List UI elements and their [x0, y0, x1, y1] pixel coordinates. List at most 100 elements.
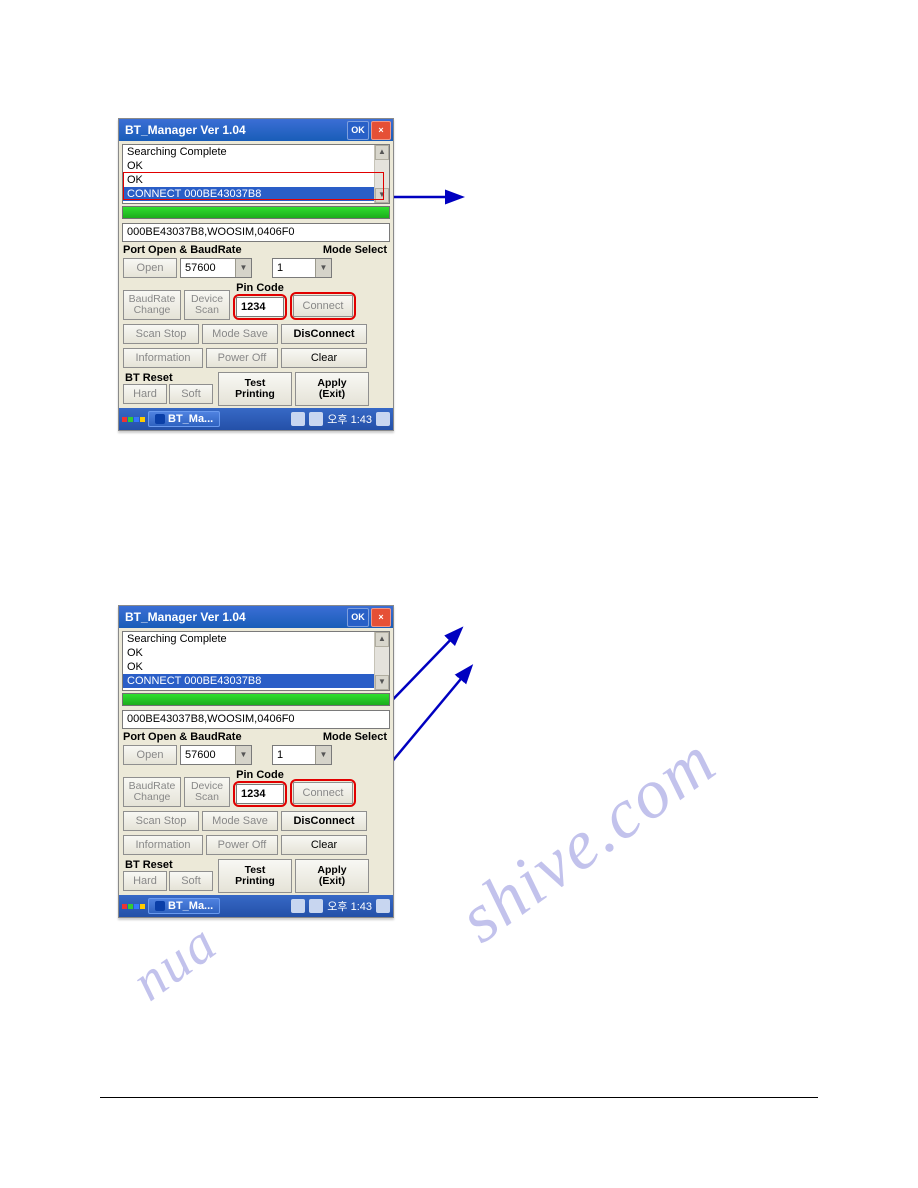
clock: 오후 1:43 — [327, 898, 372, 914]
bt-reset-label: BT Reset — [123, 859, 215, 871]
disconnect-button[interactable]: DisConnect — [281, 811, 367, 831]
chevron-down-icon: ▼ — [235, 259, 251, 277]
titlebar: BT_Manager Ver 1.04 OK × — [119, 119, 393, 141]
tray-icon[interactable] — [376, 412, 390, 426]
bt-reset-label: BT Reset — [123, 372, 215, 384]
mode-save-button[interactable]: Mode Save — [202, 324, 278, 344]
log-listbox[interactable]: Searching Complete OK OK CONNECT 000BE43… — [122, 631, 390, 691]
log-line: Searching Complete — [123, 145, 389, 159]
device-scan-button[interactable]: DeviceScan — [184, 290, 230, 320]
scroll-down-icon[interactable]: ▼ — [375, 675, 389, 690]
titlebar: BT_Manager Ver 1.04 OK × — [119, 606, 393, 628]
tray-icon[interactable] — [376, 899, 390, 913]
taskbar-app[interactable]: BT_Ma... — [148, 898, 220, 914]
pin-code-label: Pin Code — [236, 769, 284, 781]
log-line: OK — [123, 159, 389, 173]
connect-button[interactable]: Connect — [293, 782, 353, 804]
watermark: shive.com — [445, 721, 731, 960]
baudrate-value: 57600 — [181, 749, 235, 761]
taskbar: BT_Ma... 오후 1:43 — [119, 408, 393, 430]
baudrate-select[interactable]: 57600▼ — [180, 745, 252, 765]
open-button[interactable]: Open — [123, 258, 177, 278]
tray-icon[interactable] — [309, 412, 323, 426]
log-line-selected[interactable]: CONNECT 000BE43037B8 — [123, 187, 389, 201]
taskbar-app[interactable]: BT_Ma... — [148, 411, 220, 427]
mode-value: 1 — [273, 262, 315, 274]
window-title: BT_Manager Ver 1.04 — [125, 123, 345, 137]
log-line-selected[interactable]: CONNECT 000BE43037B8 — [123, 674, 389, 688]
device-info-field[interactable]: 000BE43037B8,WOOSIM,0406F0 — [122, 710, 390, 729]
device-scan-button[interactable]: DeviceScan — [184, 777, 230, 807]
tray: 오후 1:43 — [291, 411, 390, 427]
information-button[interactable]: Information — [123, 348, 203, 368]
apply-exit-button[interactable]: Apply(Exit) — [295, 372, 369, 406]
bt-manager-window-1: BT_Manager Ver 1.04 OK × Searching Compl… — [118, 118, 394, 431]
log-listbox[interactable]: Searching Complete OK OK CONNECT 000BE43… — [122, 144, 390, 204]
scrollbar[interactable]: ▲ ▼ — [374, 145, 389, 203]
close-button[interactable]: × — [371, 608, 391, 627]
power-off-button[interactable]: Power Off — [206, 348, 278, 368]
scroll-up-icon[interactable]: ▲ — [375, 145, 389, 160]
progress-bar — [122, 693, 390, 706]
baudrate-value: 57600 — [181, 262, 235, 274]
disconnect-button[interactable]: DisConnect — [281, 324, 367, 344]
clear-button[interactable]: Clear — [281, 348, 367, 368]
baudrate-change-button[interactable]: BaudRateChange — [123, 777, 181, 807]
log-line: OK — [123, 646, 389, 660]
pin-code-input[interactable]: 1234 — [236, 784, 284, 804]
close-button[interactable]: × — [371, 121, 391, 140]
start-icon[interactable] — [122, 417, 145, 422]
log-line: Searching Complete — [123, 632, 389, 646]
footer-rule — [100, 1097, 818, 1098]
tray-icon[interactable] — [291, 412, 305, 426]
pin-code-input[interactable]: 1234 — [236, 297, 284, 317]
log-line: OK — [123, 173, 389, 187]
device-info-field[interactable]: 000BE43037B8,WOOSIM,0406F0 — [122, 223, 390, 242]
power-off-button[interactable]: Power Off — [206, 835, 278, 855]
chevron-down-icon: ▼ — [315, 746, 331, 764]
scrollbar[interactable]: ▲ ▼ — [374, 632, 389, 690]
mode-select[interactable]: 1▼ — [272, 258, 332, 278]
clear-button[interactable]: Clear — [281, 835, 367, 855]
hard-reset-button[interactable]: Hard — [123, 384, 167, 404]
scan-stop-button[interactable]: Scan Stop — [123, 811, 199, 831]
apply-exit-button[interactable]: Apply(Exit) — [295, 859, 369, 893]
tray-icon[interactable] — [309, 899, 323, 913]
connect-button[interactable]: Connect — [293, 295, 353, 317]
mode-select[interactable]: 1▼ — [272, 745, 332, 765]
baudrate-change-button[interactable]: BaudRateChange — [123, 290, 181, 320]
mode-value: 1 — [273, 749, 315, 761]
bluetooth-icon — [155, 414, 165, 424]
open-button[interactable]: Open — [123, 745, 177, 765]
baudrate-select[interactable]: 57600▼ — [180, 258, 252, 278]
soft-reset-button[interactable]: Soft — [169, 384, 213, 404]
window-title: BT_Manager Ver 1.04 — [125, 610, 345, 624]
scroll-up-icon[interactable]: ▲ — [375, 632, 389, 647]
start-icon[interactable] — [122, 904, 145, 909]
test-printing-button[interactable]: TestPrinting — [218, 859, 292, 893]
taskbar-app-label: BT_Ma... — [168, 413, 213, 425]
log-line: OK — [123, 660, 389, 674]
soft-reset-button[interactable]: Soft — [169, 871, 213, 891]
mode-save-button[interactable]: Mode Save — [202, 811, 278, 831]
scroll-down-icon[interactable]: ▼ — [375, 188, 389, 203]
clock: 오후 1:43 — [327, 411, 372, 427]
tray: 오후 1:43 — [291, 898, 390, 914]
label-port: Port Open & BaudRate — [123, 731, 285, 743]
tray-icon[interactable] — [291, 899, 305, 913]
ok-button[interactable]: OK — [347, 121, 369, 140]
information-button[interactable]: Information — [123, 835, 203, 855]
hard-reset-button[interactable]: Hard — [123, 871, 167, 891]
ok-button[interactable]: OK — [347, 608, 369, 627]
chevron-down-icon: ▼ — [315, 259, 331, 277]
bluetooth-icon — [155, 901, 165, 911]
label-mode: Mode Select — [285, 244, 389, 256]
scan-stop-button[interactable]: Scan Stop — [123, 324, 199, 344]
taskbar-app-label: BT_Ma... — [168, 900, 213, 912]
label-port: Port Open & BaudRate — [123, 244, 285, 256]
test-printing-button[interactable]: TestPrinting — [218, 372, 292, 406]
bt-manager-window-2: BT_Manager Ver 1.04 OK × Searching Compl… — [118, 605, 394, 918]
pin-code-label: Pin Code — [236, 282, 284, 294]
label-mode: Mode Select — [285, 731, 389, 743]
chevron-down-icon: ▼ — [235, 746, 251, 764]
